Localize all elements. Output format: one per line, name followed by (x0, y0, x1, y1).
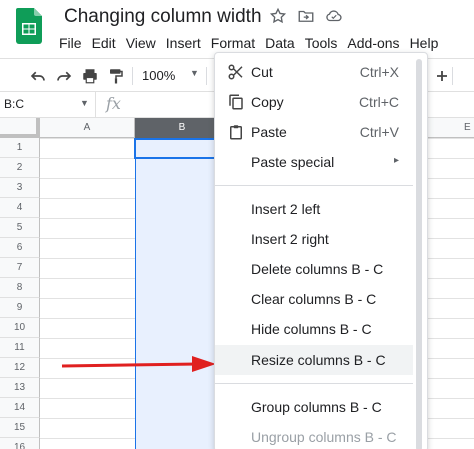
zoom-caret-icon[interactable]: ▼ (190, 68, 199, 78)
menu-item-paste-special[interactable]: Paste special ▸ (215, 147, 413, 177)
red-arrow-annotation (61, 356, 216, 372)
menu-item-label: Ungroup columns B - C (251, 429, 397, 445)
row-header[interactable]: 10 (0, 318, 40, 338)
fx-icon: fx (106, 94, 121, 113)
row-header[interactable]: 7 (0, 258, 40, 278)
menu-item-insert-right[interactable]: Insert 2 right (215, 224, 413, 254)
menu-separator (215, 383, 413, 384)
font-size-stepper-icon[interactable] (432, 66, 452, 86)
toolbar-divider (132, 67, 133, 85)
row-header[interactable]: 14 (0, 398, 40, 418)
row-header[interactable]: 12 (0, 358, 40, 378)
menu-data[interactable]: Data (260, 34, 300, 52)
copy-icon (227, 93, 245, 111)
row-header[interactable]: 13 (0, 378, 40, 398)
zoom-select[interactable]: 100% (142, 68, 175, 83)
toolbar-divider (206, 67, 207, 85)
row-header[interactable]: 3 (0, 178, 40, 198)
name-box-caret-icon[interactable]: ▼ (80, 98, 89, 108)
row-header[interactable]: 16 (0, 438, 40, 449)
submenu-arrow-icon: ▸ (393, 155, 399, 166)
menu-file[interactable]: File (54, 34, 87, 52)
row-header[interactable]: 4 (0, 198, 40, 218)
active-cell[interactable] (134, 138, 216, 159)
document-title[interactable]: Changing column width (64, 6, 262, 28)
menu-item-ungroup-columns: Ungroup columns B - C (215, 422, 413, 449)
name-box-value: B:C (4, 97, 25, 111)
menu-item-label: Hide columns B - C (251, 321, 372, 337)
move-folder-icon[interactable] (296, 6, 316, 26)
menu-item-shortcut: Ctrl+V (359, 124, 399, 140)
menu-item-label: Paste (251, 124, 287, 140)
menu-item-label: Clear columns B - C (251, 291, 377, 307)
paint-format-icon[interactable] (106, 66, 126, 86)
menu-item-label: Paste special (251, 154, 335, 170)
name-box[interactable]: B:C ▼ (0, 92, 96, 117)
column-header-e[interactable]: E (456, 118, 474, 138)
menu-add-ons[interactable]: Add-ons (342, 34, 404, 52)
row-header[interactable]: 6 (0, 238, 40, 258)
sheets-logo-icon[interactable] (16, 8, 42, 44)
row-header[interactable]: 15 (0, 418, 40, 438)
menu-insert[interactable]: Insert (161, 34, 206, 52)
menu-separator (215, 185, 413, 186)
scissors-icon (227, 63, 245, 81)
menu-item-shortcut: Ctrl+C (358, 94, 399, 110)
menu-item-label: Insert 2 right (251, 231, 329, 247)
print-icon[interactable] (80, 66, 100, 86)
menu-item-label: Delete columns B - C (251, 261, 384, 277)
menu-view[interactable]: View (121, 34, 161, 52)
redo-icon[interactable] (54, 66, 74, 86)
menu-item-paste[interactable]: Paste Ctrl+V (215, 117, 413, 147)
menu-item-copy[interactable]: Copy Ctrl+C (215, 87, 413, 117)
row-header[interactable]: 9 (0, 298, 40, 318)
menu-format[interactable]: Format (206, 34, 260, 52)
menu-edit[interactable]: Edit (87, 34, 121, 52)
menu-help[interactable]: Help (405, 34, 444, 52)
undo-icon[interactable] (28, 66, 48, 86)
row-header[interactable]: 11 (0, 338, 40, 358)
selected-column-range[interactable] (135, 138, 215, 449)
row-header[interactable]: 1 (0, 138, 40, 158)
menu-item-hide-columns[interactable]: Hide columns B - C (215, 314, 413, 344)
context-menu: Cut Ctrl+X Copy Ctrl+C Paste Ctrl+V Past… (214, 52, 428, 449)
menu-item-label: Insert 2 left (251, 201, 321, 217)
cloud-status-icon[interactable] (324, 6, 344, 26)
menu-item-shortcut: Ctrl+X (359, 64, 399, 80)
menu-item-label: Copy (251, 94, 284, 110)
menu-item-cut[interactable]: Cut Ctrl+X (215, 57, 413, 87)
menu-bar: File Edit View Insert Format Data Tools … (54, 34, 443, 52)
column-header-a[interactable]: A (40, 118, 135, 138)
menu-item-group-columns[interactable]: Group columns B - C (215, 392, 413, 422)
star-icon[interactable] (268, 6, 288, 26)
clipboard-icon (227, 123, 245, 141)
menu-tools[interactable]: Tools (300, 34, 343, 52)
row-header[interactable]: 8 (0, 278, 40, 298)
menu-item-insert-left[interactable]: Insert 2 left (215, 194, 413, 224)
row-header[interactable]: 5 (0, 218, 40, 238)
toolbar-divider (452, 67, 453, 85)
menu-item-resize-columns[interactable]: Resize columns B - C (215, 345, 413, 375)
menu-item-label: Group columns B - C (251, 399, 382, 415)
menu-item-label: Cut (251, 64, 273, 80)
menu-item-delete-columns[interactable]: Delete columns B - C (215, 254, 413, 284)
select-all-corner[interactable] (0, 118, 40, 138)
menu-scrollbar[interactable] (416, 59, 422, 449)
row-header[interactable]: 2 (0, 158, 40, 178)
menu-item-label: Resize columns B - C (251, 352, 386, 368)
menu-item-clear-columns[interactable]: Clear columns B - C (215, 284, 413, 314)
